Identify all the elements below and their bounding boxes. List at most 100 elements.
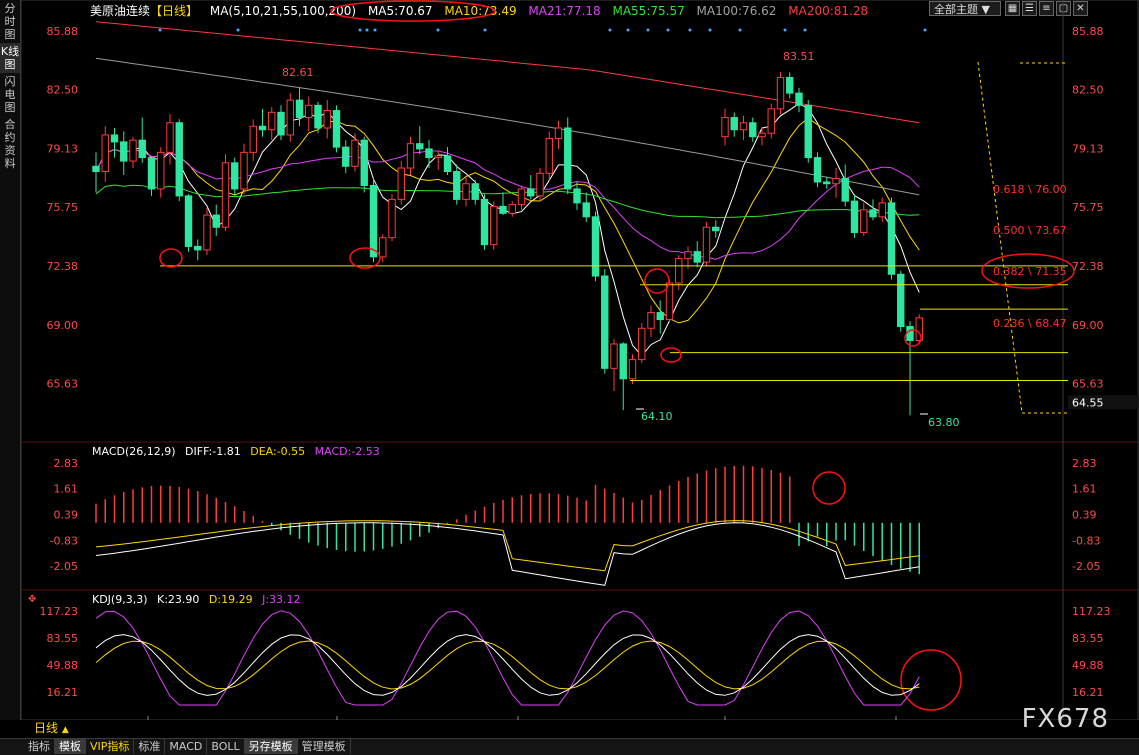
candle-body[interactable]	[832, 177, 840, 185]
candle-body[interactable]	[379, 237, 387, 258]
candle-body[interactable]	[860, 209, 868, 233]
candle-body[interactable]	[147, 157, 156, 190]
candle-body[interactable]	[388, 198, 396, 239]
candle-body[interactable]	[443, 155, 452, 173]
candle-body[interactable]	[480, 198, 489, 246]
sidebar-item-timeshare[interactable]: 分时图	[0, 0, 20, 43]
candle-body[interactable]	[702, 226, 711, 263]
candle-body[interactable]	[869, 209, 877, 218]
candle-body[interactable]	[258, 125, 267, 131]
tab-manage-template[interactable]: 管理模板	[298, 739, 351, 754]
candle-body[interactable]	[203, 214, 211, 251]
candle-body[interactable]	[138, 139, 146, 159]
candle-body[interactable]	[342, 146, 350, 167]
candle-body[interactable]	[240, 151, 248, 190]
candle-body[interactable]	[887, 202, 896, 275]
candle-body[interactable]	[610, 343, 618, 369]
candle-body[interactable]	[517, 188, 526, 206]
candle-body[interactable]	[554, 127, 563, 139]
candle-body[interactable]	[897, 273, 905, 328]
candle-body[interactable]	[591, 216, 600, 277]
candle-body[interactable]	[406, 143, 415, 169]
sidebar-item-flash[interactable]: 闪电图	[0, 73, 20, 116]
tab-vip-indicator[interactable]: VIP指标	[86, 739, 135, 754]
candle-body[interactable]	[453, 171, 461, 200]
tab-indicator[interactable]: 指标	[24, 739, 55, 754]
candle-body[interactable]	[767, 108, 775, 134]
candle-body[interactable]	[120, 141, 128, 162]
candle-body[interactable]	[721, 117, 729, 138]
candle-body[interactable]	[295, 99, 304, 119]
candle-body[interactable]	[499, 205, 507, 214]
candle-body[interactable]	[277, 111, 285, 136]
candle-body[interactable]	[471, 183, 479, 200]
candle-body[interactable]	[305, 104, 313, 119]
candle-body[interactable]	[878, 202, 886, 218]
candle-body[interactable]	[397, 167, 405, 200]
candle-body[interactable]	[157, 151, 165, 190]
candle-body[interactable]	[249, 125, 257, 153]
candle-body[interactable]	[536, 172, 544, 197]
candle-body[interactable]	[850, 200, 859, 233]
candle-body[interactable]	[730, 117, 738, 131]
candle-body[interactable]	[573, 188, 581, 204]
tab-macd[interactable]: MACD	[165, 739, 208, 754]
candle-body[interactable]	[906, 326, 914, 341]
candle-body[interactable]	[462, 183, 470, 200]
candle-body[interactable]	[184, 195, 193, 247]
tab-standard[interactable]: 标准	[134, 739, 166, 754]
candle-body[interactable]	[582, 202, 590, 218]
candle-body[interactable]	[601, 275, 609, 369]
tab-save-template[interactable]: 另存模板	[244, 739, 298, 754]
candle-body[interactable]	[527, 188, 535, 197]
candle-body[interactable]	[323, 110, 331, 129]
candle-body[interactable]	[749, 122, 757, 138]
candle-body[interactable]	[92, 165, 100, 173]
candle-body[interactable]	[804, 104, 812, 159]
candle-body[interactable]	[175, 122, 183, 197]
candle-body[interactable]	[425, 148, 433, 159]
candle-body[interactable]	[351, 139, 359, 167]
candle-body[interactable]	[166, 122, 174, 153]
tab-template[interactable]: 模板	[55, 739, 86, 754]
candle-body[interactable]	[675, 258, 683, 284]
candle-body[interactable]	[813, 157, 822, 183]
candle-body[interactable]	[545, 137, 553, 174]
candle-body[interactable]	[647, 312, 655, 329]
candle-body[interactable]	[416, 143, 424, 150]
candle-body[interactable]	[564, 127, 572, 190]
candle-body[interactable]	[434, 155, 442, 159]
candle-body[interactable]	[286, 99, 294, 136]
candle-body[interactable]	[693, 251, 701, 263]
candle-body[interactable]	[776, 76, 785, 110]
candle-body[interactable]	[231, 162, 239, 190]
candle-body[interactable]	[212, 214, 220, 228]
candle-body[interactable]	[508, 204, 516, 214]
candle-body[interactable]	[369, 184, 378, 258]
candle-body[interactable]	[823, 181, 831, 185]
candle-body[interactable]	[360, 139, 368, 186]
candle-body[interactable]	[490, 205, 498, 246]
candle-body[interactable]	[221, 162, 230, 228]
candle-body[interactable]	[619, 343, 627, 380]
sidebar-item-kline[interactable]: K线图	[0, 43, 20, 73]
candle-body[interactable]	[739, 122, 748, 131]
candle-body[interactable]	[841, 177, 849, 202]
candle-body[interactable]	[268, 111, 276, 131]
candle-body[interactable]	[129, 139, 137, 162]
candle-body[interactable]	[332, 110, 341, 148]
candle-body[interactable]	[712, 226, 720, 232]
chart-canvas[interactable]: 85.88 82.50 79.13 75.75 72.38 69.00 65.63 85.88…	[21, 0, 1139, 720]
candle-body[interactable]	[638, 327, 646, 361]
candle-body[interactable]	[656, 312, 664, 321]
candle-body[interactable]	[758, 132, 766, 138]
candle-body[interactable]	[194, 245, 202, 251]
tab-boll[interactable]: BOLL	[207, 739, 245, 754]
candle-body[interactable]	[101, 134, 109, 173]
sidebar-item-contract-info[interactable]: 合约资料	[0, 116, 20, 172]
candle-body[interactable]	[684, 251, 692, 260]
candle-body[interactable]	[786, 76, 794, 94]
candle-body[interactable]	[110, 134, 119, 143]
period-tab[interactable]: 日线 ▲	[22, 720, 69, 737]
candle-body[interactable]	[314, 104, 322, 129]
